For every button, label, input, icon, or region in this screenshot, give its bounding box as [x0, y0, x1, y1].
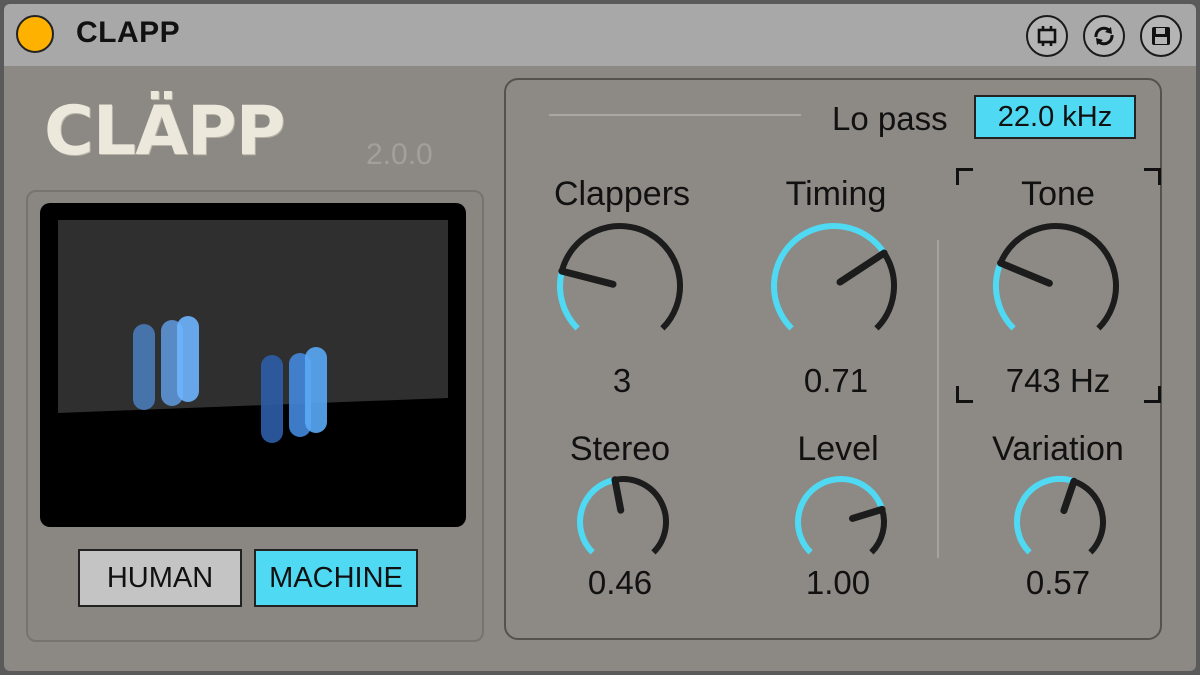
- knob-track: [997, 223, 1119, 331]
- device-power-toggle[interactable]: [16, 15, 54, 53]
- clappers-value: 3: [612, 362, 632, 399]
- clap-bar: [305, 347, 327, 433]
- device-logo: CLÄPP: [44, 92, 286, 171]
- level-knob[interactable]: [792, 473, 890, 571]
- clap-visualizer: [40, 203, 466, 527]
- machine-mode-button[interactable]: MACHINE: [254, 549, 418, 607]
- timing-value: 0.71: [803, 362, 869, 399]
- knob-pointer: [836, 249, 888, 286]
- human-mode-button[interactable]: HUMAN: [78, 549, 242, 607]
- device-titlebar: CLAPP: [4, 4, 1196, 66]
- variation-knob[interactable]: [1011, 473, 1109, 571]
- knob-value-arc: [557, 270, 580, 331]
- stereo-knob[interactable]: [574, 473, 672, 571]
- variation-value: 0.57: [1025, 564, 1091, 601]
- lopass-value-box[interactable]: 22.0 kHz: [974, 95, 1136, 139]
- knob-pointer: [997, 259, 1053, 287]
- knob-track: [869, 508, 887, 555]
- device-title: CLAPP: [76, 16, 181, 49]
- knob-value-arc: [1014, 476, 1075, 555]
- knob-pointer: [1060, 477, 1078, 515]
- hot-swap-button[interactable]: [1083, 15, 1125, 57]
- level-value: 1.00: [805, 564, 871, 601]
- column-divider: [937, 240, 939, 558]
- device-map-button[interactable]: [1026, 15, 1068, 57]
- knob-value-arc: [993, 261, 1016, 331]
- knob-pointer: [849, 505, 886, 522]
- stereo-label: Stereo: [569, 430, 671, 468]
- clap-bar: [261, 355, 283, 443]
- clappers-label: Clappers: [553, 175, 691, 213]
- clap-bar: [177, 316, 199, 402]
- tone-knob[interactable]: [990, 220, 1122, 352]
- refresh-icon: [1094, 26, 1114, 46]
- version-label: 2.0.0: [366, 138, 433, 171]
- save-preset-button[interactable]: [1140, 15, 1182, 57]
- variation-label: Variation: [992, 430, 1124, 468]
- floppy-icon: [1152, 27, 1170, 45]
- timing-label: Timing: [785, 175, 887, 213]
- knob-value-arc: [771, 223, 887, 331]
- knob-pointer: [611, 476, 625, 514]
- tone-label: Tone: [1021, 175, 1095, 213]
- clap-bar: [133, 324, 155, 410]
- knob-value-arc: [577, 476, 616, 555]
- visualizer-backdrop: [58, 220, 448, 413]
- stereo-value: 0.46: [587, 564, 653, 601]
- level-label: Level: [797, 430, 879, 468]
- bracket-icon: [1037, 26, 1057, 46]
- tone-value: 743 Hz: [1005, 362, 1111, 399]
- timing-knob[interactable]: [768, 220, 900, 352]
- knob-track: [1072, 478, 1106, 555]
- knob-pointer: [558, 267, 617, 288]
- clappers-knob[interactable]: [554, 220, 686, 352]
- knob-track: [874, 251, 897, 331]
- panel-divider-line: [549, 114, 801, 116]
- knob-track: [614, 476, 669, 555]
- lopass-label: Lo pass: [832, 100, 948, 137]
